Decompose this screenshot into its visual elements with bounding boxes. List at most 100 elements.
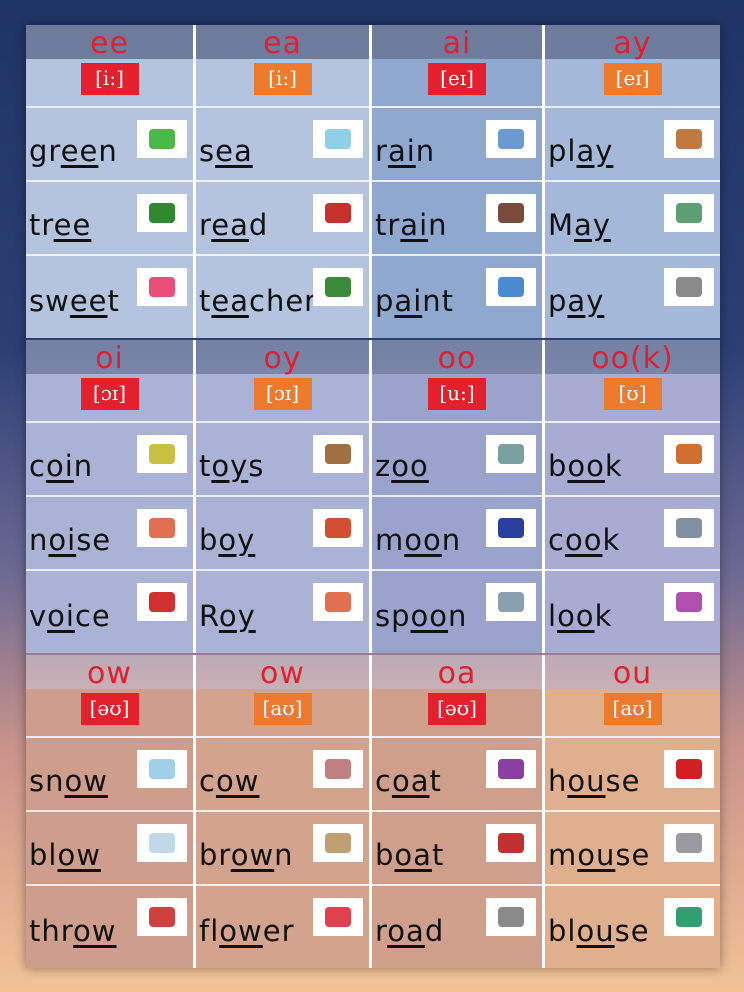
letter-pattern: ay — [613, 26, 652, 61]
letter-pattern: ee — [90, 26, 129, 61]
word-highlight: ea — [215, 134, 253, 168]
word-prefix: p — [548, 284, 568, 318]
column-header: ow [aʊ] — [196, 655, 369, 738]
word-highlight: ai — [394, 284, 423, 318]
word-prefix: m — [375, 523, 405, 557]
word-row: look — [545, 571, 720, 645]
mouse-picture — [664, 824, 714, 862]
word-suffix: d — [424, 914, 445, 948]
ipa-symbol-badge: [i:] — [80, 63, 139, 95]
word-highlight: ee — [69, 284, 108, 318]
noisy-party-icon — [149, 518, 175, 538]
phonics-column: ou [aʊ] house mouse blouse — [545, 655, 720, 968]
word-suffix: s — [248, 449, 265, 483]
road-picture — [486, 898, 536, 936]
word-row: play — [545, 108, 720, 182]
example-word: voice — [29, 599, 111, 633]
example-word: house — [548, 764, 640, 798]
letter-pattern: oi — [95, 341, 124, 376]
children-playing-picture — [664, 120, 714, 158]
example-word: coin — [29, 449, 93, 483]
column-header: ea [i:] — [196, 25, 369, 108]
word-row: May — [545, 182, 720, 256]
word-highlight: ow — [57, 838, 101, 872]
word-highlight: ow — [73, 914, 117, 948]
word-row: throw — [26, 886, 193, 960]
word-suffix: t — [429, 764, 442, 798]
word-highlight: oo — [410, 599, 449, 633]
child-reading-icon — [325, 203, 351, 223]
example-word: blow — [29, 838, 101, 872]
moon-picture — [486, 509, 536, 547]
example-word: snow — [29, 764, 108, 798]
word-highlight: ow — [64, 764, 108, 798]
word-prefix: sp — [375, 599, 411, 633]
word-highlight: ee — [60, 134, 99, 168]
children-playing-icon — [676, 129, 702, 149]
snowman-icon — [149, 759, 175, 779]
phonics-column: ay [eɪ] play May pay — [545, 25, 720, 338]
example-word: zoo — [375, 449, 429, 483]
ipa-symbol-badge: [u:] — [428, 378, 486, 410]
letter-pattern: oy — [263, 341, 302, 376]
boy-speech-bubble-icon — [325, 592, 351, 612]
example-word: sea — [199, 134, 253, 168]
word-row: teacher — [196, 256, 369, 330]
teacher-blackboard-icon — [325, 277, 351, 297]
word-highlight: oo — [564, 523, 603, 557]
ipa-symbol-badge: [əʊ] — [428, 693, 486, 725]
example-word: mouse — [548, 838, 650, 872]
boat-picture — [486, 824, 536, 862]
word-prefix: b — [375, 838, 395, 872]
word-prefix: r — [375, 914, 388, 948]
boy-speech-bubble-picture — [313, 583, 363, 621]
word-prefix: bl — [29, 838, 58, 872]
word-suffix: ce — [74, 599, 111, 633]
ipa-symbol-badge: [aʊ] — [603, 693, 662, 725]
toys-icon — [325, 444, 351, 464]
word-prefix: v — [29, 599, 48, 633]
word-suffix: k — [604, 449, 623, 483]
word-prefix: sn — [29, 764, 65, 798]
word-row: boy — [196, 497, 369, 571]
zoo-picture — [486, 435, 536, 473]
word-highlight: ay — [574, 208, 611, 242]
word-prefix: h — [548, 764, 568, 798]
word-prefix: fl — [199, 914, 220, 948]
example-word: sweet — [29, 284, 120, 318]
word-row: blow — [26, 812, 193, 886]
word-suffix: se — [605, 764, 641, 798]
ipa-symbol-badge: [ɔɪ] — [253, 378, 312, 410]
coat-icon — [498, 759, 524, 779]
word-row: blouse — [545, 886, 720, 960]
ipa-symbol-badge: [aʊ] — [253, 693, 312, 725]
example-word: moon — [375, 523, 461, 557]
children-throwing-ball-icon — [149, 907, 175, 927]
column-header: oi [ɔɪ] — [26, 340, 193, 423]
phonics-column: oy [ɔɪ] toys boy Roy — [196, 340, 372, 653]
example-word: blouse — [548, 914, 650, 948]
letter-pattern: ea — [263, 26, 302, 61]
calendar-icon — [676, 203, 702, 223]
word-suffix: cher — [249, 284, 318, 318]
section-1: ee [i:] green tree sweet ea [i:] sea read teacher… — [26, 25, 720, 338]
road-icon — [498, 907, 524, 927]
cow-picture — [313, 750, 363, 788]
word-suffix: se — [615, 838, 651, 872]
snowman-picture — [137, 750, 187, 788]
calendar-picture — [664, 194, 714, 232]
word-highlight: ee — [53, 208, 92, 242]
tree-picture — [137, 194, 187, 232]
phonics-chart: ee [i:] green tree sweet ea [i:] sea read teacher… — [26, 25, 720, 968]
ipa-symbol-badge: [ʊ] — [603, 378, 662, 410]
example-word: book — [548, 449, 623, 483]
word-row: snow — [26, 738, 193, 812]
moon-icon — [498, 518, 524, 538]
column-header: oa [əʊ] — [372, 655, 542, 738]
book-icon — [676, 444, 702, 464]
word-prefix: c — [375, 764, 392, 798]
word-suffix: n — [274, 838, 294, 872]
word-prefix: n — [29, 523, 49, 557]
word-prefix: tr — [375, 208, 401, 242]
cook-icon — [676, 518, 702, 538]
